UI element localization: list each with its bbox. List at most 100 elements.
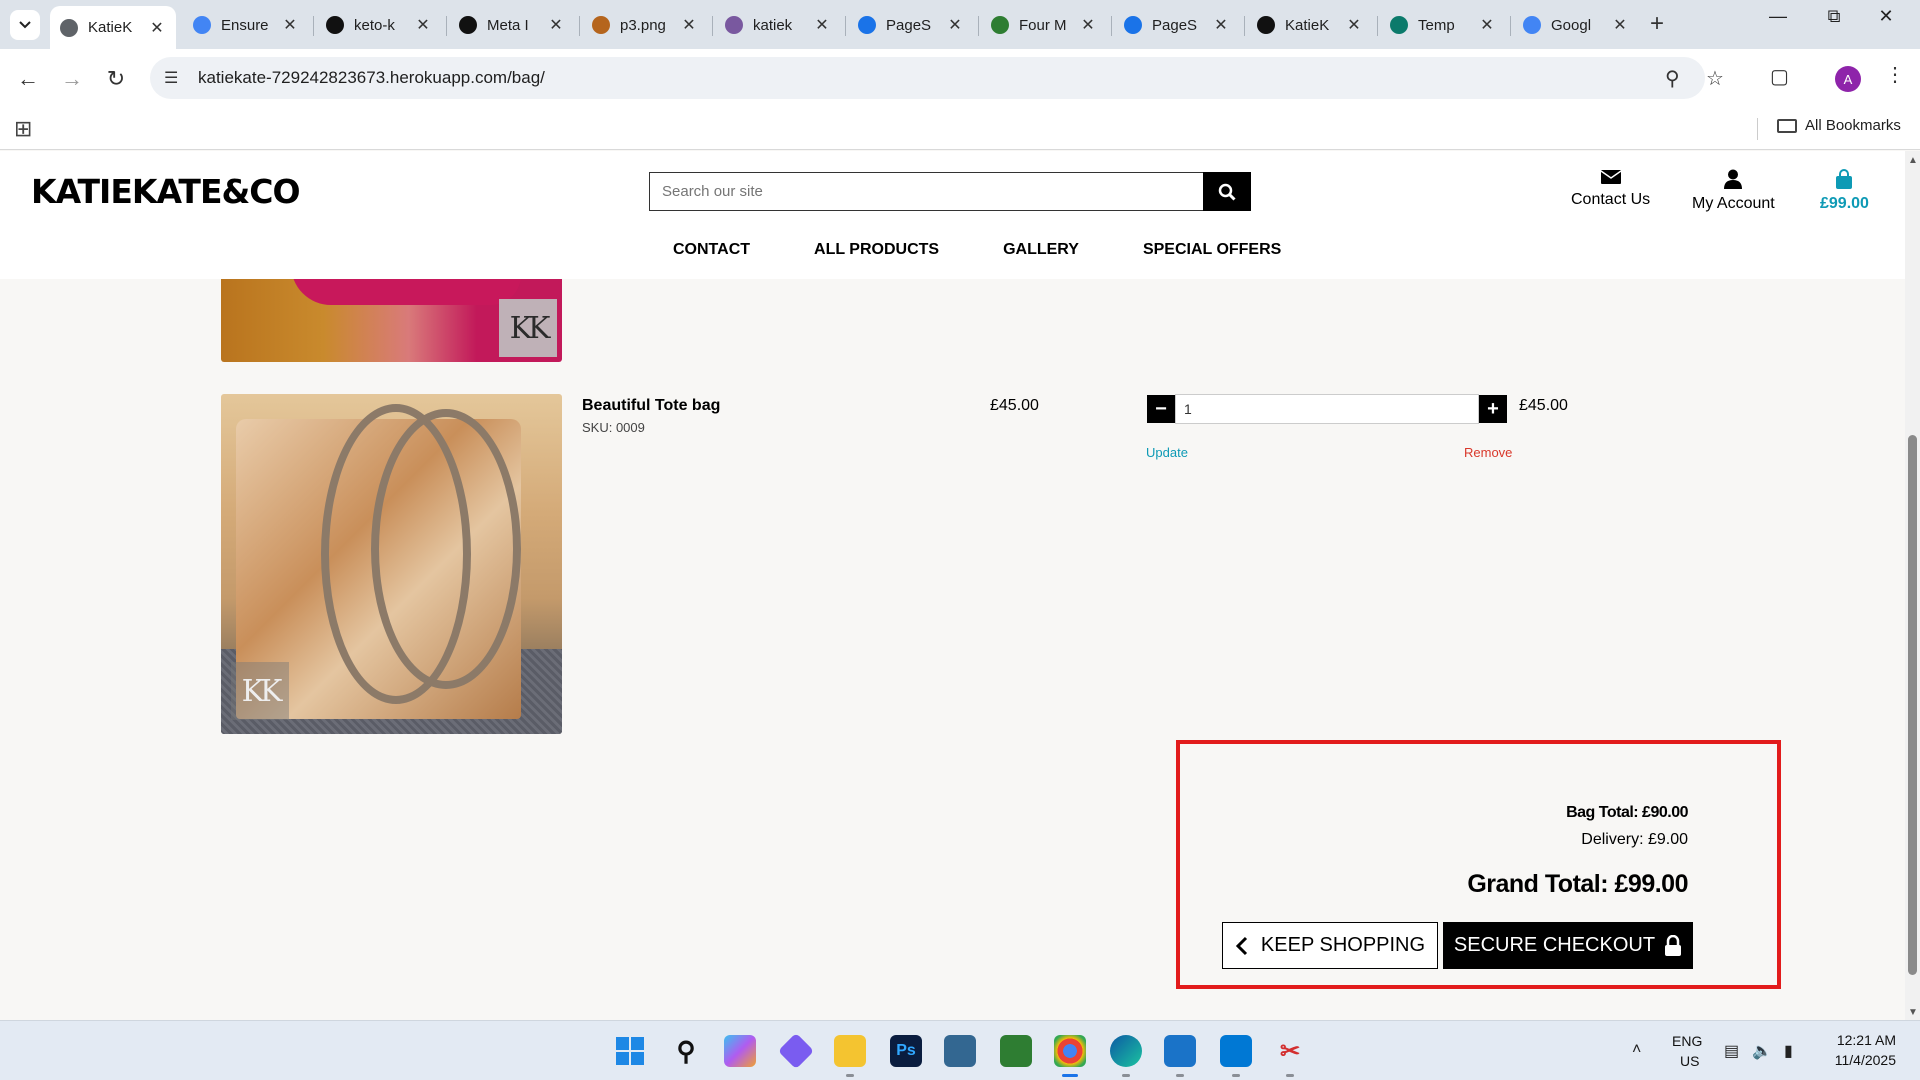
url-text[interactable]: katiekate-729242823673.herokuapp.com/bag… [198,68,545,88]
copilot-icon[interactable] [724,1035,756,1067]
close-tab-icon[interactable]: ✕ [813,15,831,35]
close-tab-icon[interactable]: ✕ [1079,15,1097,35]
quantity-input[interactable]: 1 [1175,394,1479,424]
decrement-button[interactable]: − [1147,395,1175,423]
bookmarks-bar: ⊞ All Bookmarks [0,108,1920,150]
browser-tab[interactable]: PageS ✕ [848,6,974,44]
browser-tab[interactable]: KatieK ✕ [50,6,176,49]
browser-tab[interactable]: keto-k ✕ [316,6,442,44]
google-icon [1523,16,1541,34]
tab-separator [1111,16,1112,36]
nav-special-offers[interactable]: SPECIAL OFFERS [1143,241,1281,259]
zoom-icon[interactable]: ⚲ [1665,66,1680,91]
clock-time[interactable]: 12:21 AM [1826,1032,1896,1048]
browser-tab[interactable]: PageS ✕ [1114,6,1240,44]
bag-total: Bag Total: £90.00 [1566,804,1688,821]
my-account-link[interactable]: My Account [1692,169,1775,213]
notepad-icon[interactable] [1164,1035,1196,1067]
browser-tab[interactable]: Temp ✕ [1380,6,1506,44]
windows-start-icon[interactable] [614,1035,646,1067]
pagespeed-icon [858,16,876,34]
shopping-bag-link[interactable]: £99.00 [1820,169,1869,213]
scroll-up-arrow-icon[interactable]: ▲ [1908,155,1918,166]
scroll-thumb[interactable] [1908,435,1917,975]
tab-separator [845,16,846,36]
site-logo[interactable]: KATIEKATE&CO [31,172,301,211]
close-tab-icon[interactable]: ✕ [414,15,432,35]
page-scrollbar[interactable]: ▲ ▼ [1905,151,1920,1020]
back-arrow-icon[interactable]: ← [12,63,44,95]
close-window-icon[interactable]: ✕ [1866,6,1906,27]
remove-link[interactable]: Remove [1464,445,1512,460]
product-name[interactable]: Beautiful Tote bag [582,397,720,415]
region-indicator[interactable]: US [1680,1053,1699,1069]
product-subtotal: £45.00 [1519,397,1568,414]
keep-shopping-button[interactable]: KEEP SHOPPING [1222,922,1438,969]
close-tab-icon[interactable]: ✕ [1212,15,1230,35]
shopping-bag-icon [1836,169,1853,189]
extensions-icon[interactable]: ▢ [1770,64,1789,89]
search-icon[interactable]: ⚲ [670,1035,702,1067]
nav-contact[interactable]: CONTACT [673,241,750,259]
new-tab-button[interactable]: + [1650,10,1664,38]
volume-icon[interactable]: 🔈 [1752,1041,1772,1061]
scroll-down-arrow-icon[interactable]: ▼ [1908,1007,1918,1018]
folder-icon [1777,118,1797,133]
search-button[interactable] [1203,172,1251,211]
increment-button[interactable]: + [1479,395,1507,423]
clock-date[interactable]: 11/4/2025 [1826,1052,1896,1068]
close-tab-icon[interactable]: ✕ [946,15,964,35]
close-tab-icon[interactable]: ✕ [281,15,299,35]
tab-search-button[interactable] [10,10,40,40]
language-indicator[interactable]: ENG [1672,1033,1702,1049]
apps-grid-icon[interactable]: ⊞ [14,116,32,142]
close-tab-icon[interactable]: ✕ [1478,15,1496,35]
search-icon [1218,183,1236,201]
site-settings-icon[interactable]: ☰ [164,68,184,88]
browser-tab[interactable]: KatieK ✕ [1247,6,1373,44]
nav-gallery[interactable]: GALLERY [1003,241,1079,259]
close-tab-icon[interactable]: ✕ [148,18,166,38]
all-bookmarks-button[interactable]: All Bookmarks [1777,117,1901,134]
browser-tab[interactable]: katiek ✕ [715,6,841,44]
chevron-up-icon[interactable]: ˄ [1632,1041,1641,1059]
reload-icon[interactable]: ↻ [100,63,132,95]
close-tab-icon[interactable]: ✕ [1611,15,1629,35]
tab-title: keto-k [354,16,395,34]
close-tab-icon[interactable]: ✕ [1345,15,1363,35]
photoshop-icon[interactable]: Ps [890,1035,922,1067]
chrome-icon[interactable] [1054,1035,1086,1067]
product-image-tote-bag[interactable]: KK [221,394,562,734]
search-input[interactable] [649,172,1203,211]
restore-icon[interactable]: ⧉ [1814,6,1854,27]
browser-tab[interactable]: Googl ✕ [1513,6,1639,44]
nav-all-products[interactable]: ALL PRODUCTS [814,241,939,259]
browser-tab[interactable]: Meta I ✕ [449,6,575,44]
profile-avatar[interactable]: A [1835,66,1861,92]
snipping-tool-icon[interactable]: ✂ [1274,1035,1306,1067]
menu-kebab-icon[interactable]: ⋮ [1885,62,1905,87]
globe-icon [60,18,78,37]
battery-icon[interactable]: ▮ [1784,1041,1793,1061]
gemini-diamond-icon[interactable] [777,1032,815,1070]
update-link[interactable]: Update [1146,445,1188,460]
close-tab-icon[interactable]: ✕ [547,15,565,35]
network-icon[interactable]: ▤ [1724,1041,1739,1061]
contact-us-link[interactable]: Contact Us [1571,169,1650,209]
secure-checkout-button[interactable]: SECURE CHECKOUT [1443,922,1693,969]
minimize-icon[interactable]: — [1758,6,1798,27]
browser-tab[interactable]: Ensure ✕ [183,6,309,44]
browser-tab[interactable]: p3.png ✕ [582,6,708,44]
lock-app-icon[interactable] [1000,1035,1032,1067]
tab-title: PageS [1152,16,1198,34]
app-indicator [1232,1074,1240,1077]
forward-arrow-icon[interactable]: → [56,63,88,95]
omnibox[interactable]: ☰ katiekate-729242823673.herokuapp.com/b… [150,57,1724,99]
file-explorer-icon[interactable] [834,1035,866,1067]
postgres-icon[interactable] [944,1035,976,1067]
browser-tab[interactable]: Four M ✕ [981,6,1107,44]
edge-icon[interactable] [1110,1035,1142,1067]
bookmark-star-icon[interactable]: ☆ [1706,66,1724,91]
close-tab-icon[interactable]: ✕ [680,15,698,35]
vscode-icon[interactable] [1220,1035,1252,1067]
